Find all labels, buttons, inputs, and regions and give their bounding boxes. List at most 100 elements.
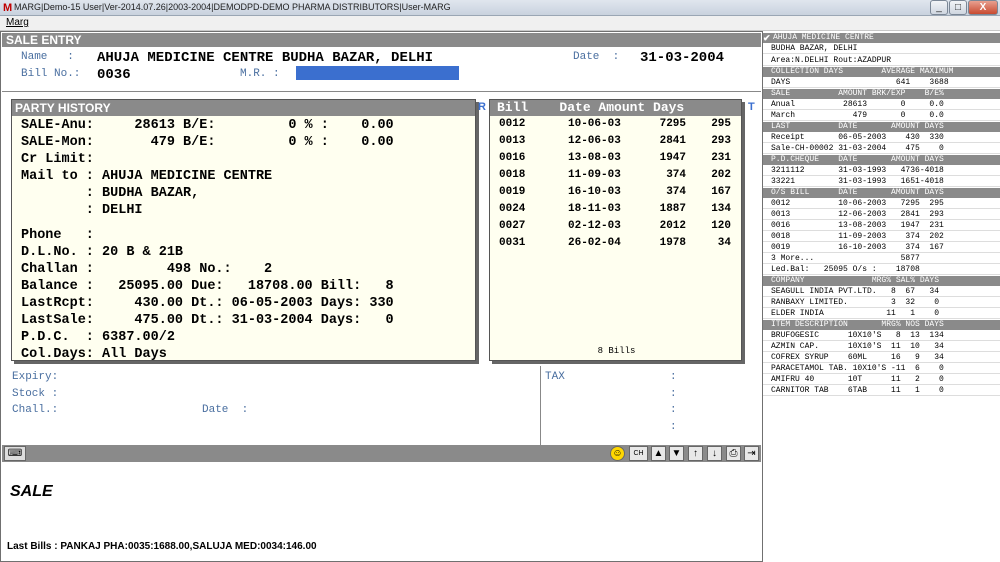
item-row: COFREX SYRUP 60ML 16 9 34 [763, 353, 1000, 363]
bill-bill: 0016 [499, 152, 526, 164]
bottom-toolbar: ⌨ ☺ CH ▲ ▼ ↑ ↓ ⎙ ⇥ [2, 445, 761, 462]
title-bar: M MARG|Demo-15 User|Ver-2014.07.26|2003-… [0, 0, 1000, 16]
bill-amount: 2841 [659, 135, 686, 147]
os-bill-row: 0018 11-09-2003 374 202 [763, 232, 1000, 242]
bill-days: 34 [717, 237, 731, 249]
bill-row[interactable]: 0019 16-10-03 374 167 [490, 184, 741, 201]
os-bill-row: 0016 13-08-2003 1947 231 [763, 221, 1000, 231]
bill-days: 293 [711, 135, 731, 147]
bill-days: 134 [711, 203, 731, 215]
chall-date-label: Date : [202, 404, 249, 416]
pdc-header: P.D.CHEQUE DATE AMOUNT DAYS [763, 155, 1000, 165]
chat-icon[interactable]: CH [629, 446, 648, 461]
keyboard-icon[interactable]: ⌨ [4, 446, 26, 461]
bill-days: 231 [711, 152, 731, 164]
bill-bill: 0012 [499, 118, 526, 130]
item-row: AMIFRU 40 10T 11 2 0 [763, 375, 1000, 385]
smiley-icon[interactable]: ☺ [610, 446, 625, 461]
scroll-top-icon[interactable]: ▲ [651, 446, 666, 461]
bill-no-field[interactable]: 0036 [97, 67, 131, 83]
bill-amount: 374 [666, 186, 686, 198]
party-history-line: : DELHI [21, 203, 143, 218]
expiry-label: Expiry: [12, 371, 59, 383]
check-icon: ✔ [763, 33, 771, 43]
date-label: Date : [573, 51, 620, 63]
sale-row: Anual 28613 0 0.0 [763, 100, 1000, 110]
mr-input[interactable] [296, 66, 459, 80]
bill-date: 12-06-03 [568, 135, 621, 147]
bill-bill: 0013 [499, 135, 526, 147]
bill-days: 120 [711, 220, 731, 232]
bill-bill: 0031 [499, 237, 526, 249]
bill-row[interactable]: 0016 13-08-03 1947 231 [490, 150, 741, 167]
scroll-bottom-icon[interactable]: ▼ [669, 446, 684, 461]
bill-bill: 0024 [499, 203, 526, 215]
window-title: MARG|Demo-15 User|Ver-2014.07.26|2003-20… [14, 2, 451, 12]
minimize-button[interactable]: _ [930, 0, 948, 15]
bills-count: 8 Bills [597, 346, 636, 356]
company-row: ELDER INDIA 11 1 0 [763, 309, 1000, 319]
sale-entry-title: SALE ENTRY [2, 33, 761, 47]
party-history-popup: PARTY HISTORY SALE-Anu: 28613 B/E: 0 % :… [11, 99, 476, 363]
divider-vertical [540, 366, 541, 445]
bill-row[interactable]: 0012 10-06-03 7295 295 [490, 116, 741, 133]
arrow-down-icon[interactable]: ↓ [707, 446, 722, 461]
bill-amount: 1947 [659, 152, 686, 164]
bill-date: 11-09-03 [568, 169, 621, 181]
bill-date: 16-10-03 [568, 186, 621, 198]
collection-days-row: DAYS 641 3688 [763, 78, 1000, 88]
party-history-line: LastSale: 475.00 Dt.: 31-03-2004 Days: 0 [21, 313, 394, 328]
bill-row[interactable]: 0018 11-09-03 374 202 [490, 167, 741, 184]
last-row: Sale-CH-00002 31-03-2004 475 0 [763, 144, 1000, 154]
menu-marg[interactable]: Marg [6, 17, 29, 28]
last-header: LAST DATE AMOUNT DAYS [763, 122, 1000, 132]
party-name-field[interactable]: AHUJA MEDICINE CENTRE BUDHA BAZAR, DELHI [97, 50, 433, 66]
bill-row[interactable]: 0027 02-12-03 2012 120 [490, 218, 741, 235]
last-bills-status: Last Bills : PANKAJ PHA:0035:1688.00,SAL… [7, 541, 317, 552]
hidden-column-edge: R [478, 101, 486, 113]
bill-bill: 0019 [499, 186, 526, 198]
os-bill-row: 0019 16-10-2003 374 167 [763, 243, 1000, 253]
mr-label: M.R. : [240, 68, 280, 80]
sale-header: SALE AMOUNT BRK/EXP B/E% [763, 89, 1000, 99]
date-field[interactable]: 31-03-2004 [640, 50, 724, 66]
pdc-row: 3211112 31-03-1993 4736-4018 [763, 166, 1000, 176]
tax-colon: : [670, 421, 677, 433]
marg-logo-icon: M [3, 2, 13, 14]
sale-row: March 479 0 0.0 [763, 111, 1000, 121]
bill-amount: 374 [666, 169, 686, 181]
bill-row[interactable]: 0031 26-02-04 1978 34 [490, 235, 741, 252]
arrow-up-icon[interactable]: ↑ [688, 446, 703, 461]
bill-amount: 7295 [659, 118, 686, 130]
bills-header: Bill Date Amount Days [490, 100, 741, 116]
hidden-column-edge-2: T [748, 101, 755, 113]
maximize-button[interactable]: □ [949, 0, 967, 15]
item-header: ITEM DESCRIPTION MRG% NOS DAYS [763, 320, 1000, 330]
tax-colon: : [670, 404, 677, 416]
item-row: CARNITOR TAB 6TAB 11 1 0 [763, 386, 1000, 396]
bill-amount: 1978 [659, 237, 686, 249]
collection-days-header: COLLECTION DAYS AVERAGE MAXIMUM [763, 67, 1000, 77]
pending-bills-popup: Bill Date Amount Days 0012 10-06-03 7295 29… [489, 99, 742, 361]
printer-icon[interactable]: ⎙ [726, 446, 741, 461]
bill-row[interactable]: 0024 18-11-03 1887 134 [490, 201, 741, 218]
party-history-lines: SALE-Anu: 28613 B/E: 0 % : 0.00 SALE-Mon:… [12, 116, 475, 363]
exit-icon[interactable]: ⇥ [744, 446, 759, 461]
bill-no-label: Bill No.: [21, 68, 81, 80]
item-row: BRUFOGESIC 10X10'S 8 13 134 [763, 331, 1000, 341]
bill-bill: 0027 [499, 220, 526, 232]
bill-date: 13-08-03 [568, 152, 621, 164]
party-history-line: SALE-Anu: 28613 B/E: 0 % : 0.00 [21, 118, 394, 133]
tax-colon: : [670, 371, 677, 383]
mode-label: SALE [10, 483, 53, 500]
bill-row[interactable]: 0013 12-06-03 2841 293 [490, 133, 741, 150]
last-row: Receipt 06-05-2003 430 330 [763, 133, 1000, 143]
close-button[interactable]: X [968, 0, 998, 15]
bill-days: 295 [711, 118, 731, 130]
party-history-line: Phone : [21, 228, 94, 243]
party-history-line: Cr Limit: [21, 152, 94, 167]
party-history-line: Challan : 498 No.: 2 [21, 262, 273, 277]
os-bill-row: 0012 10-06-2003 7295 295 [763, 199, 1000, 209]
bill-date: 10-06-03 [568, 118, 621, 130]
menu-bar: Marg [0, 16, 1000, 31]
